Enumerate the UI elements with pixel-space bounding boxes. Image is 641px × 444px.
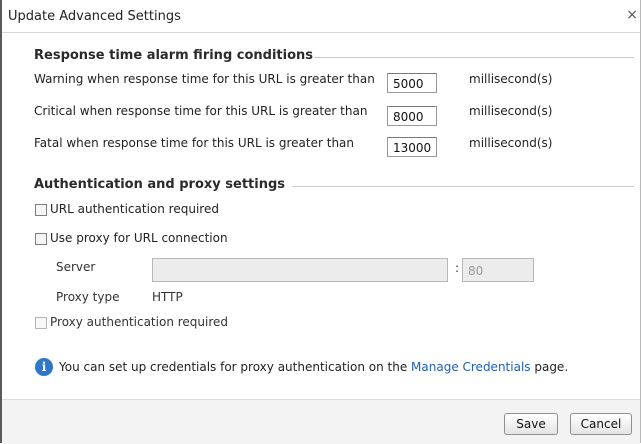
close-icon[interactable]: × [626, 7, 638, 23]
auth-section-title: Authentication and proxy settings [34, 177, 286, 192]
auth-section-divider [292, 186, 634, 187]
cancel-button[interactable]: Cancel [570, 413, 632, 435]
info-text-before: You can set up credentials for proxy aut… [59, 360, 412, 374]
dialog-footer: Save Cancel [2, 399, 640, 444]
proxy-auth-checkbox[interactable] [35, 317, 47, 329]
proxy-type-value: HTTP [152, 290, 183, 304]
critical-threshold-input[interactable]: 8000 [387, 106, 437, 126]
server-label: Server [56, 260, 96, 274]
info-message: You can set up credentials for proxy aut… [59, 360, 568, 374]
proxy-server-input[interactable] [152, 258, 448, 282]
fatal-unit-label: millisecond(s) [469, 136, 553, 150]
critical-unit-label: millisecond(s) [469, 104, 553, 118]
use-proxy-label[interactable]: Use proxy for URL connection [50, 231, 228, 245]
fatal-threshold-label: Fatal when response time for this URL is… [34, 136, 355, 150]
url-auth-label[interactable]: URL authentication required [50, 202, 219, 216]
port-separator: : [455, 261, 460, 275]
update-advanced-settings-dialog: Update Advanced Settings × Response time… [0, 0, 641, 444]
save-button[interactable]: Save [504, 413, 558, 435]
warning-threshold-input[interactable]: 5000 [387, 73, 437, 93]
warning-unit-label: millisecond(s) [469, 72, 553, 86]
fatal-threshold-input[interactable]: 13000 [387, 137, 437, 157]
use-proxy-checkbox[interactable] [35, 233, 47, 245]
warning-threshold-label: Warning when response time for this URL … [34, 72, 375, 86]
info-icon: i [35, 358, 53, 376]
proxy-port-input[interactable]: 80 [462, 258, 534, 282]
proxy-type-label: Proxy type [56, 290, 120, 304]
response-section-divider [314, 57, 634, 58]
critical-threshold-label: Critical when response time for this URL… [34, 104, 368, 118]
title-bar: Update Advanced Settings × [2, 0, 640, 33]
response-section-title: Response time alarm firing conditions [34, 48, 314, 63]
manage-credentials-link[interactable]: Manage Credentials [411, 360, 531, 374]
info-text-after: page. [530, 360, 569, 374]
url-auth-checkbox[interactable] [35, 204, 47, 216]
proxy-auth-label[interactable]: Proxy authentication required [50, 315, 228, 329]
dialog-title: Update Advanced Settings [8, 9, 181, 24]
